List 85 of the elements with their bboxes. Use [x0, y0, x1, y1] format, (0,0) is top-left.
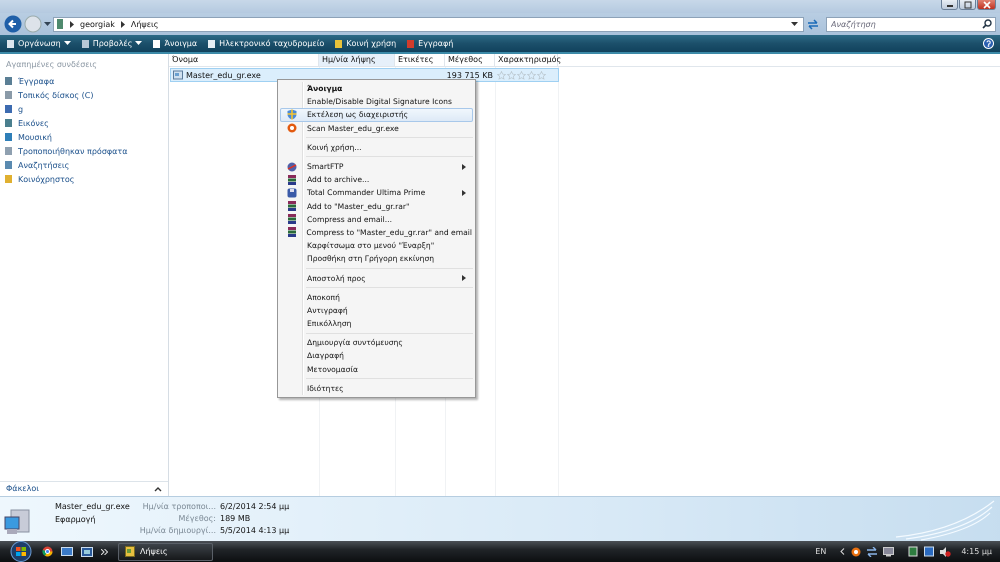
search-icon	[982, 18, 992, 28]
maximize-button[interactable]	[959, 0, 976, 10]
chevron-icon[interactable]	[840, 548, 846, 555]
window-switch-icon[interactable]	[81, 546, 93, 556]
shield-icon	[287, 109, 297, 120]
detail-value: 6/2/2014 2:54 μμ	[220, 502, 290, 511]
folders-toggle[interactable]: Φάκελοι	[0, 481, 168, 495]
sidebar-heading: Αγαπημένες συνδέσεις	[5, 59, 98, 71]
monitor-icon[interactable]	[883, 546, 894, 556]
file-size: 193 715 KB	[446, 70, 494, 80]
tray-network-icon[interactable]	[924, 546, 934, 557]
dropdown-icon[interactable]	[44, 21, 51, 27]
sidebar-item[interactable]: g	[0, 102, 168, 116]
submenu-arrow-icon	[462, 190, 466, 196]
sidebar-item[interactable]: Έγγραφα	[0, 74, 168, 88]
toolbar-button[interactable]: Οργάνωση	[3, 36, 74, 52]
column-header[interactable]: Χαρακτηρισμός	[495, 54, 558, 66]
toolbar-button[interactable]: Άνοιγμα	[149, 36, 200, 52]
breadcrumb[interactable]: Λήψεις	[130, 20, 158, 28]
folder-icon	[125, 546, 135, 557]
caret-icon	[64, 41, 71, 46]
folders-label: Φάκελοι	[6, 484, 39, 493]
detail-label: Ημ/νία δημιουργί...	[140, 526, 216, 535]
speaker-icon[interactable]	[940, 546, 952, 556]
close-button[interactable]	[977, 0, 996, 10]
chevron-icon[interactable]	[101, 548, 108, 554]
tray-antivirus-icon[interactable]	[851, 546, 862, 556]
minimize-button[interactable]	[941, 0, 958, 10]
breadcrumb[interactable]: georgiak	[80, 20, 115, 28]
submenu-arrow-icon	[462, 275, 466, 282]
toolbar-icon	[80, 38, 90, 48]
file-row[interactable]: Master_edu_gr.exe 193 715 KB	[171, 69, 558, 81]
file-name: Master_edu_gr.exe	[186, 70, 261, 80]
chevron-icon	[69, 20, 75, 28]
toolbar-icon	[406, 38, 416, 48]
folder-icon	[56, 18, 64, 30]
column-header[interactable]: Ημ/νία λήψης	[319, 54, 395, 66]
maximize-icon	[962, 0, 972, 8]
globe-icon	[287, 162, 297, 172]
detail-value: 5/5/2014 4:13 μμ	[220, 526, 290, 535]
clock: 4:15 μμ	[961, 547, 992, 556]
archive-icon	[288, 174, 296, 185]
column-header[interactable]: Μέγεθος	[445, 54, 495, 66]
help-icon[interactable]	[983, 38, 994, 49]
toolbar-button[interactable]: Προβολές	[78, 36, 146, 52]
start-button[interactable]	[8, 541, 34, 562]
sidebar-item[interactable]: Μουσική	[0, 130, 168, 144]
toolbar-icon	[334, 38, 344, 48]
network-icon[interactable]	[867, 546, 878, 556]
close-icon	[982, 0, 992, 8]
tray-device-icon[interactable]	[908, 546, 918, 557]
submenu-arrow-icon	[462, 164, 466, 170]
taskbar-window-button[interactable]: Λήψεις	[118, 542, 213, 560]
refresh-icon[interactable]	[806, 18, 820, 30]
language-indicator[interactable]: EN	[815, 547, 826, 556]
scan-icon	[287, 123, 297, 134]
detail-label: Μέγεθος:	[178, 514, 216, 523]
sidebar-item[interactable]: Εικόνες	[0, 116, 168, 130]
file-name: Master_edu_gr.exe	[55, 502, 130, 511]
detail-label: Ημ/νία τροποποι...	[142, 502, 216, 511]
sidebar-item[interactable]: Τροποποιήθηκαν πρόσφατα	[0, 144, 168, 158]
sidebar-item[interactable]: Κοινόχρηστος	[0, 172, 168, 186]
address-field[interactable]: georgiak Λήψεις	[53, 16, 804, 32]
archive-icon	[288, 201, 296, 212]
back-button[interactable]	[4, 15, 22, 33]
caret-icon	[135, 41, 142, 46]
chevron-icon	[154, 486, 162, 492]
toolbar-icon	[6, 38, 15, 48]
toolbar-button[interactable]: Εγγραφή	[403, 36, 456, 52]
desktop-icon[interactable]	[61, 546, 73, 556]
column-header[interactable]: Ετικέτες	[395, 54, 445, 66]
application-icon	[173, 70, 183, 80]
toolbar-icon	[152, 38, 162, 48]
dropdown-icon[interactable]	[791, 21, 798, 27]
toolbar-button[interactable]: Ηλεκτρονικό ταχυδρομείο	[204, 36, 328, 52]
sidebar-item[interactable]: Τοπικός δίσκος (C)	[0, 88, 168, 102]
browser-icon[interactable]	[42, 546, 53, 557]
toolbar-icon	[207, 38, 216, 48]
sidebar-item[interactable]: Αναζητήσεις	[0, 158, 168, 172]
archive-icon	[288, 214, 296, 224]
file-type: Εφαρμογή	[55, 515, 96, 524]
archive-icon	[288, 227, 296, 238]
toolbar-button[interactable]: Κοινή χρήση	[331, 36, 400, 52]
detail-value: 189 MB	[220, 514, 252, 523]
chevron-icon	[120, 20, 126, 28]
